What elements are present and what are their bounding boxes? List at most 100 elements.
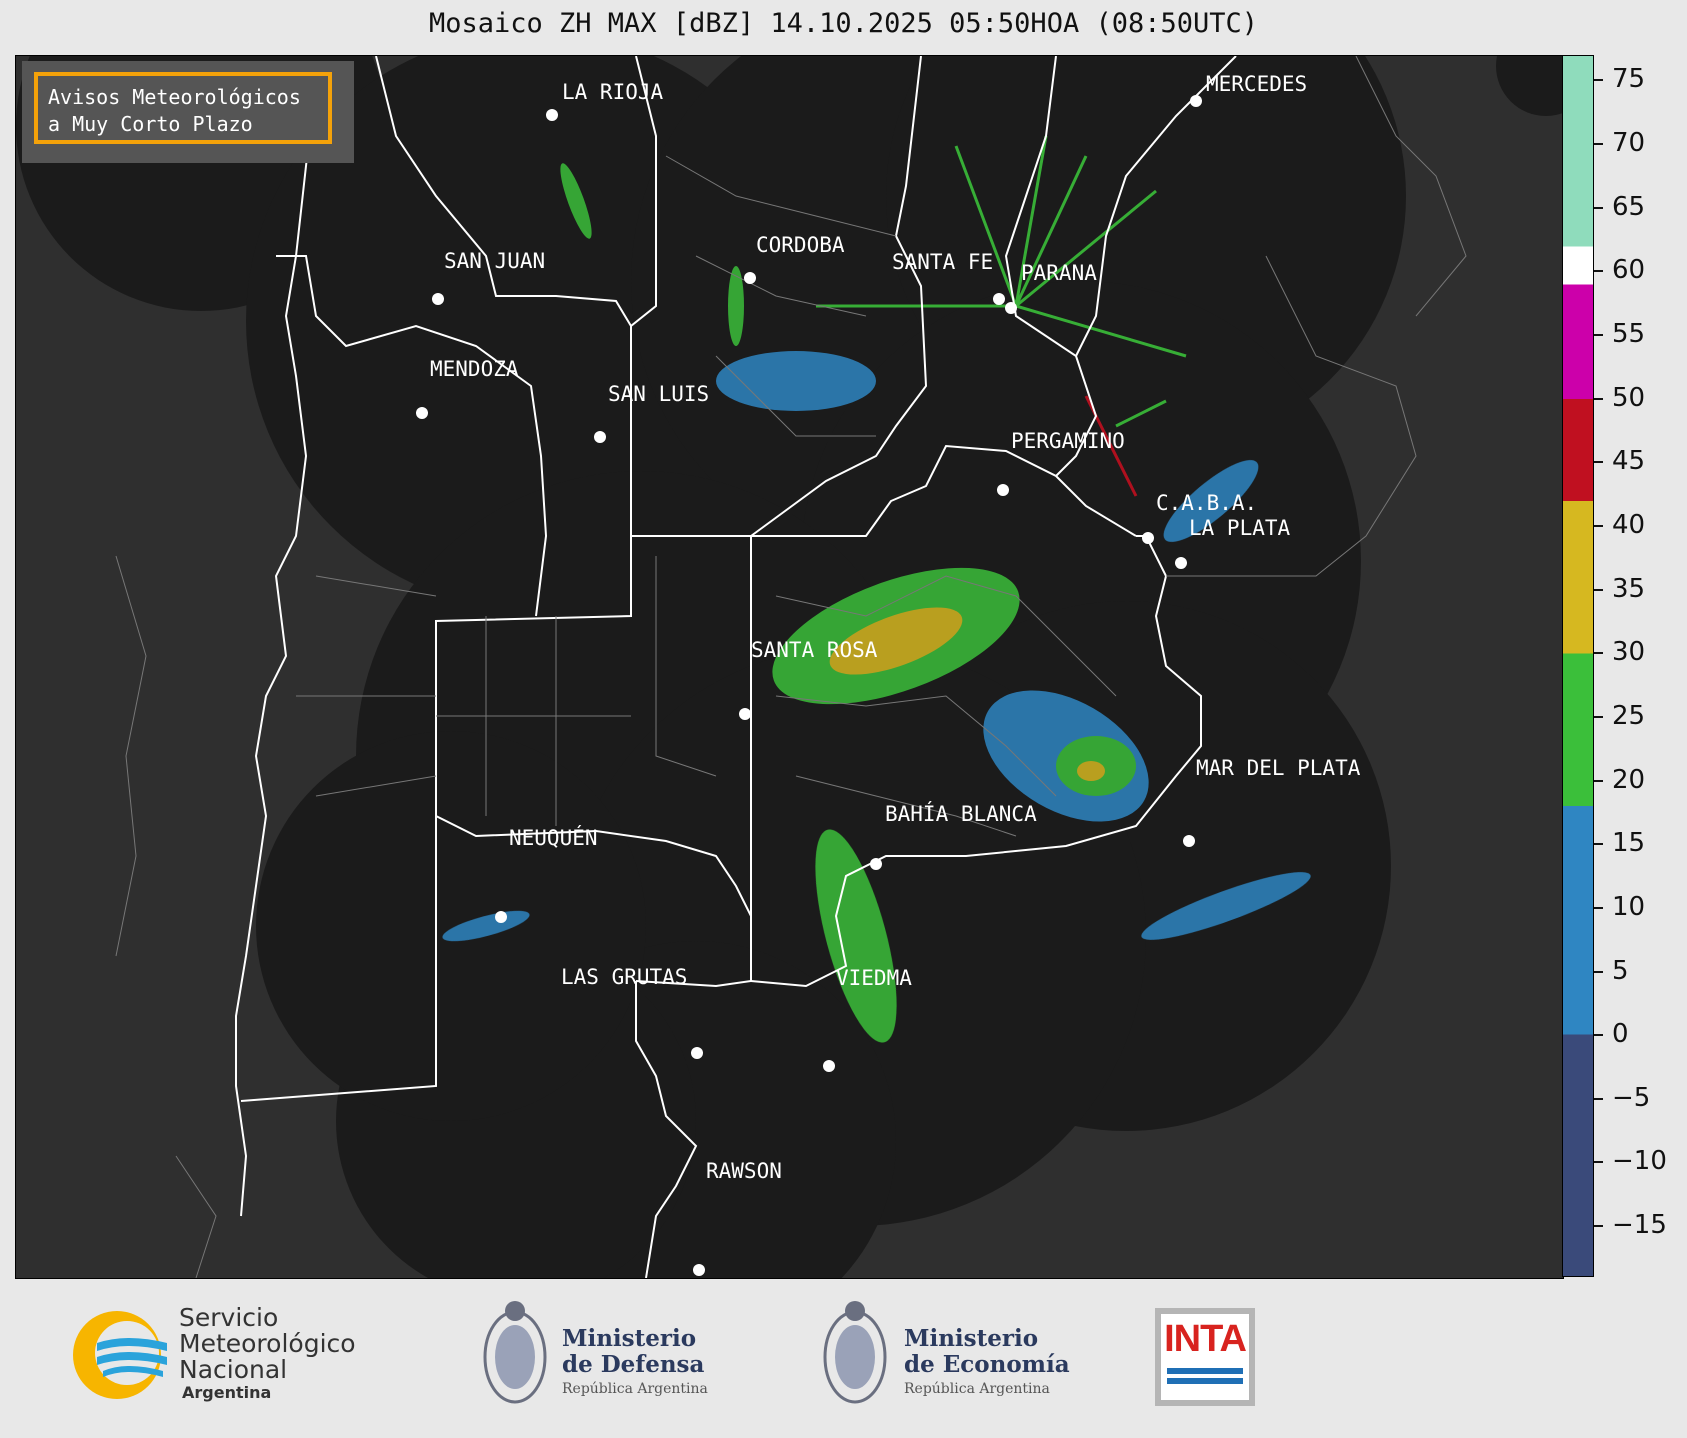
city-label: CORDOBA xyxy=(756,233,845,257)
colorbar-tick-mark xyxy=(1594,906,1603,909)
city-marker xyxy=(744,272,756,284)
economia-line-1: Ministerio xyxy=(904,1325,1039,1352)
city-label: MENDOZA xyxy=(430,357,519,381)
colorbar-tick-label: 0 xyxy=(1612,1019,1629,1050)
echo-area xyxy=(716,351,876,411)
city-marker xyxy=(691,1047,703,1059)
city-label: PERGAMINO xyxy=(1011,429,1125,453)
economia-logo: Ministerio de Economía República Argenti… xyxy=(820,1295,1080,1415)
inta-logo: INTA xyxy=(1155,1308,1255,1406)
colorbar-tick-label: 55 xyxy=(1612,319,1646,350)
colorbar-tick-label: 10 xyxy=(1612,891,1646,922)
city-label: LAS GRUTAS xyxy=(561,965,688,989)
defensa-line-1: Ministerio xyxy=(562,1325,697,1352)
echo-area xyxy=(728,266,744,346)
defensa-logo: Ministerio de Defensa República Argentin… xyxy=(480,1295,720,1415)
city-label: LA RIOJA xyxy=(562,80,664,104)
colorbar-tick-label: 75 xyxy=(1612,64,1646,95)
city-marker xyxy=(1190,95,1202,107)
city-marker xyxy=(997,484,1009,496)
radar-disc xyxy=(256,731,646,1121)
colorbar-tick-label: 5 xyxy=(1612,955,1629,986)
colorbar-tick-mark xyxy=(1594,779,1603,782)
smn-line-1: Servicio xyxy=(179,1303,279,1332)
city-label: SANTA FE xyxy=(892,250,994,274)
inta-logo-text: INTA xyxy=(1164,1318,1247,1360)
colorbar-tick-mark xyxy=(1594,588,1603,591)
shield-icon xyxy=(823,1301,887,1404)
colorbar-tick-mark xyxy=(1594,1034,1603,1037)
notice-line-1: Avisos Meteorológicos xyxy=(48,85,301,109)
colorbar-tick-mark xyxy=(1594,461,1603,464)
smn-line-3: Nacional xyxy=(179,1355,288,1384)
city-label: SAN LUIS xyxy=(608,382,710,406)
colorbar-tick-mark xyxy=(1594,79,1603,82)
inta-stripe xyxy=(1167,1368,1243,1374)
radar-map[interactable]: LA RIOJA MERCEDES SAN JUAN CORDOBA SANTA… xyxy=(15,55,1564,1279)
city-label: BAHÍA BLANCA xyxy=(885,802,1037,826)
smn-logo: Servicio Meteorológico Nacional Argentin… xyxy=(67,1305,387,1405)
colorbar-tick-mark xyxy=(1594,843,1603,846)
echo-area xyxy=(1077,761,1105,781)
shield-icon xyxy=(483,1301,547,1404)
inta-stripe xyxy=(1167,1378,1243,1384)
city-marker xyxy=(546,109,558,121)
city-marker xyxy=(1005,302,1017,314)
city-label: RAWSON xyxy=(706,1159,782,1183)
colorbar-tick-mark xyxy=(1594,1225,1603,1228)
defensa-line-2: de Defensa xyxy=(562,1351,705,1378)
city-marker xyxy=(432,293,444,305)
colorbar-tick-label: 15 xyxy=(1612,828,1646,859)
colorbar-tick-mark xyxy=(1594,270,1603,273)
smn-line-4: Argentina xyxy=(182,1383,272,1402)
city-label: PARANA xyxy=(1021,261,1097,285)
city-label: MERCEDES xyxy=(1206,72,1308,96)
colorbar-tick-label: −10 xyxy=(1612,1146,1667,1177)
colorbar-tick-mark xyxy=(1594,206,1603,209)
colorbar-tick-label: 50 xyxy=(1612,382,1646,413)
city-label: C.A.B.A. xyxy=(1156,491,1258,515)
smn-line-2: Meteorológico xyxy=(179,1329,356,1358)
radar-disc xyxy=(1496,56,1563,116)
colorbar-tick-label: 25 xyxy=(1612,700,1646,731)
notice-box[interactable]: Avisos Meteorológicos a Muy Corto Plazo xyxy=(34,72,332,144)
colorbar xyxy=(1562,55,1594,1277)
colorbar-tick-mark xyxy=(1594,970,1603,973)
city-marker xyxy=(823,1060,835,1072)
colorbar-tick-label: 65 xyxy=(1612,191,1646,222)
colorbar-tick-label: −15 xyxy=(1612,1210,1667,1241)
colorbar-tick-mark xyxy=(1594,524,1603,527)
colorbar-tick-label: 35 xyxy=(1612,573,1646,604)
city-label: SAN JUAN xyxy=(444,249,546,273)
city-label: VIEDMA xyxy=(836,966,912,990)
colorbar-tick-label: −5 xyxy=(1612,1082,1651,1113)
city-marker xyxy=(1183,835,1195,847)
colorbar-tick-label: 70 xyxy=(1612,128,1646,159)
city-marker xyxy=(594,431,606,443)
city-marker xyxy=(495,911,507,923)
economia-line-2: de Economía xyxy=(904,1351,1070,1378)
city-marker xyxy=(416,407,428,419)
colorbar-tick-label: 30 xyxy=(1612,637,1646,668)
smn-logo-icon xyxy=(73,1311,167,1399)
city-marker xyxy=(1175,557,1187,569)
colorbar-tick-label: 20 xyxy=(1612,764,1646,795)
city-marker xyxy=(993,293,1005,305)
city-label: MAR DEL PLATA xyxy=(1196,756,1361,780)
city-marker xyxy=(739,708,751,720)
colorbar-tick-mark xyxy=(1594,334,1603,337)
colorbar-tick-mark xyxy=(1594,1097,1603,1100)
colorbar-tick-mark xyxy=(1594,143,1603,146)
colorbar-tick-mark xyxy=(1594,652,1603,655)
city-marker xyxy=(870,858,882,870)
notice-line-2: a Muy Corto Plazo xyxy=(48,112,253,136)
colorbar-tick-mark xyxy=(1594,715,1603,718)
city-label: NEUQUÉN xyxy=(509,826,598,850)
map-title: Mosaico ZH MAX [dBZ] 14.10.2025 05:50HOA… xyxy=(428,8,1259,39)
city-marker xyxy=(693,1264,705,1276)
city-label: LA PLATA xyxy=(1189,516,1291,540)
colorbar-tick-mark xyxy=(1594,397,1603,400)
colorbar-tick-label: 45 xyxy=(1612,446,1646,477)
defensa-line-3: República Argentina xyxy=(562,1381,708,1397)
city-label: SANTA ROSA xyxy=(751,638,878,662)
